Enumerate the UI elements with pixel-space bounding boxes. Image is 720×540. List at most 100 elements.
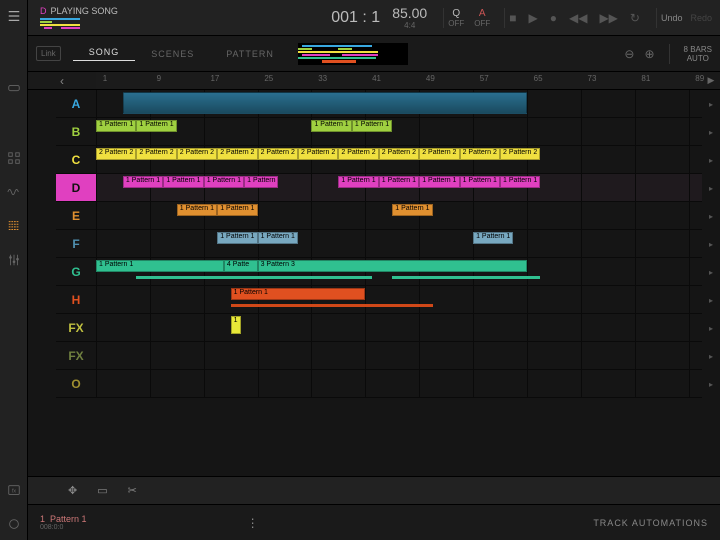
tempo[interactable]: 85.00 4:4 (392, 5, 427, 30)
pattern-clip[interactable]: 1 Pattern 1 (136, 120, 176, 132)
track-expand-icon[interactable]: ▸ (702, 230, 720, 258)
marquee-tool-icon[interactable]: ▭ (97, 484, 107, 497)
track-row[interactable] (96, 342, 702, 370)
track-label-FX[interactable]: FX (56, 342, 96, 370)
pattern-clip[interactable]: 1 Pattern 1 (338, 176, 378, 188)
pattern-clip[interactable]: 1 Pattern 1 (204, 176, 244, 188)
scroll-left-button[interactable]: ‹ (28, 72, 96, 89)
pattern-clip[interactable]: 3 Pattern 3 (258, 260, 527, 272)
stop-button[interactable]: ■ (509, 11, 516, 25)
pattern-clip[interactable]: 2 Pattern 2 (460, 148, 500, 160)
track-label-E[interactable]: E (56, 202, 96, 230)
track-label-H[interactable]: H (56, 286, 96, 314)
pattern-clip[interactable]: 1 Pattern 1 (460, 176, 500, 188)
waveform-icon[interactable] (6, 184, 22, 200)
undo-button[interactable]: Undo (661, 13, 683, 23)
pattern-clip[interactable]: 2 Pattern 2 (258, 148, 298, 160)
track-label-A[interactable]: A (56, 90, 96, 118)
play-button[interactable]: ▶ (528, 11, 537, 25)
track-label-G[interactable]: G (56, 258, 96, 286)
pattern-clip[interactable]: 1 Pattern 1 (379, 176, 419, 188)
pattern-clip[interactable]: 1 Pattern 1 (419, 176, 459, 188)
pattern-clip[interactable]: 1 Pattern 1 (217, 204, 257, 216)
track-row[interactable] (96, 370, 702, 398)
pattern-clip[interactable]: 2 Pattern 2 (379, 148, 419, 160)
pattern-clip[interactable]: 1 Pattern 1 (177, 204, 217, 216)
pattern-clip[interactable]: 1 Pattern 1 (244, 176, 278, 188)
grid-icon[interactable] (6, 150, 22, 166)
tab-scenes[interactable]: SCENES (135, 49, 210, 59)
track-expand-icon[interactable]: ▸ (702, 314, 720, 342)
pattern-clip[interactable]: 2 Pattern 2 (419, 148, 459, 160)
track-row[interactable]: 1 Pattern 1 (96, 286, 702, 314)
pattern-clip[interactable]: 2 Pattern 2 (298, 148, 338, 160)
track-row[interactable]: 2 Pattern 22 Pattern 22 Pattern 22 Patte… (96, 146, 702, 174)
tab-pattern[interactable]: PATTERN (210, 49, 290, 59)
pattern-clip[interactable]: 2 Pattern 2 (136, 148, 176, 160)
menu-icon[interactable] (6, 8, 22, 24)
pattern-clip[interactable]: 1 Pattern 1 (392, 204, 432, 216)
track-label-FX[interactable]: FX (56, 314, 96, 342)
pattern-clip[interactable]: 2 Pattern 2 (338, 148, 378, 160)
mixer-icon[interactable] (6, 218, 22, 234)
redo-button[interactable]: Redo (690, 13, 712, 23)
sliders-icon[interactable] (6, 252, 22, 268)
pattern-clip[interactable]: 1 Pattern 1 (163, 176, 203, 188)
pattern-clip[interactable]: 1 Pattern 1 (123, 176, 163, 188)
pattern-clip[interactable]: 1 Pattern 1 (96, 120, 136, 132)
automation-lane[interactable] (231, 304, 433, 307)
link-icon[interactable] (6, 80, 22, 96)
pattern-clip[interactable]: 2 Pattern 2 (217, 148, 257, 160)
track-expand-icon[interactable]: ▸ (702, 146, 720, 174)
track-row[interactable]: 1 Pattern 11 Pattern 11 Pattern 11 Patte… (96, 118, 702, 146)
automation-lane[interactable] (392, 276, 540, 279)
forward-button[interactable]: ▶▶ (599, 11, 617, 25)
pattern-clip[interactable]: 4 Patte (224, 260, 258, 272)
track-expand-icon[interactable]: ▸ (702, 202, 720, 230)
zoom-in-icon[interactable]: ⊕ (644, 47, 654, 61)
quantize-toggle[interactable]: Q OFF (448, 8, 464, 28)
track-label-D[interactable]: D (56, 174, 96, 202)
bars-display[interactable]: 8 BARS AUTO (684, 45, 712, 63)
track-expand-icon[interactable]: ▸ (702, 118, 720, 146)
track-row[interactable]: 1 Pattern 14 Patte3 Pattern 3 (96, 258, 702, 286)
track-automations-button[interactable]: TRACK AUTOMATIONS (593, 518, 708, 528)
arp-toggle[interactable]: A OFF (474, 8, 490, 28)
track-row[interactable]: 1 Pattern 11 Pattern 11 Pattern 1 (96, 230, 702, 258)
track-expand-icon[interactable]: ▸ (702, 174, 720, 202)
track-row[interactable] (96, 90, 702, 118)
tab-song[interactable]: SONG (73, 47, 136, 61)
track-label-F[interactable]: F (56, 230, 96, 258)
pattern-clip[interactable]: 1 Pattern 1 (473, 232, 513, 244)
track-row[interactable]: 1 (96, 314, 702, 342)
track-expand-icon[interactable]: ▸ (702, 258, 720, 286)
zoom-out-icon[interactable]: ⊖ (624, 47, 634, 61)
pattern-clip[interactable]: 1 Pattern 1 (258, 232, 298, 244)
loop-button[interactable]: ↻ (630, 11, 640, 25)
pattern-clip[interactable]: 1 (231, 316, 241, 334)
track-label-C[interactable]: C (56, 146, 96, 174)
record-icon[interactable] (6, 516, 22, 532)
pattern-clip[interactable]: 1 Pattern 1 (96, 260, 224, 272)
automation-lane[interactable] (136, 276, 372, 279)
pattern-clip[interactable]: 2 Pattern 2 (500, 148, 540, 160)
track-expand-icon[interactable]: ▸ (702, 90, 720, 118)
rewind-button[interactable]: ◀◀ (569, 11, 587, 25)
song-overview[interactable] (298, 43, 408, 65)
pattern-clip[interactable]: 2 Pattern 2 (177, 148, 217, 160)
track-row[interactable]: 1 Pattern 11 Pattern 11 Pattern 11 Patte… (96, 174, 702, 202)
track-grid[interactable]: 1 Pattern 11 Pattern 11 Pattern 11 Patte… (96, 90, 702, 476)
track-label-O[interactable]: O (56, 370, 96, 398)
scissors-tool-icon[interactable]: ✂ (128, 484, 137, 497)
track-expand-icon[interactable]: ▸ (702, 286, 720, 314)
track-expand-icon[interactable]: ▸ (702, 342, 720, 370)
pattern-clip[interactable]: 1 Pattern 1 (311, 120, 351, 132)
fx-icon[interactable]: fx (6, 482, 22, 498)
link-toggle[interactable]: Link (36, 46, 61, 61)
song-position[interactable]: 001 : 1 (331, 9, 380, 27)
track-row[interactable]: 1 Pattern 11 Pattern 11 Pattern 1 (96, 202, 702, 230)
pattern-clip[interactable]: 1 Pattern 1 (352, 120, 392, 132)
record-button[interactable]: ● (550, 11, 557, 25)
pattern-clip[interactable] (123, 92, 527, 114)
pattern-clip[interactable]: 1 Pattern 1 (217, 232, 257, 244)
